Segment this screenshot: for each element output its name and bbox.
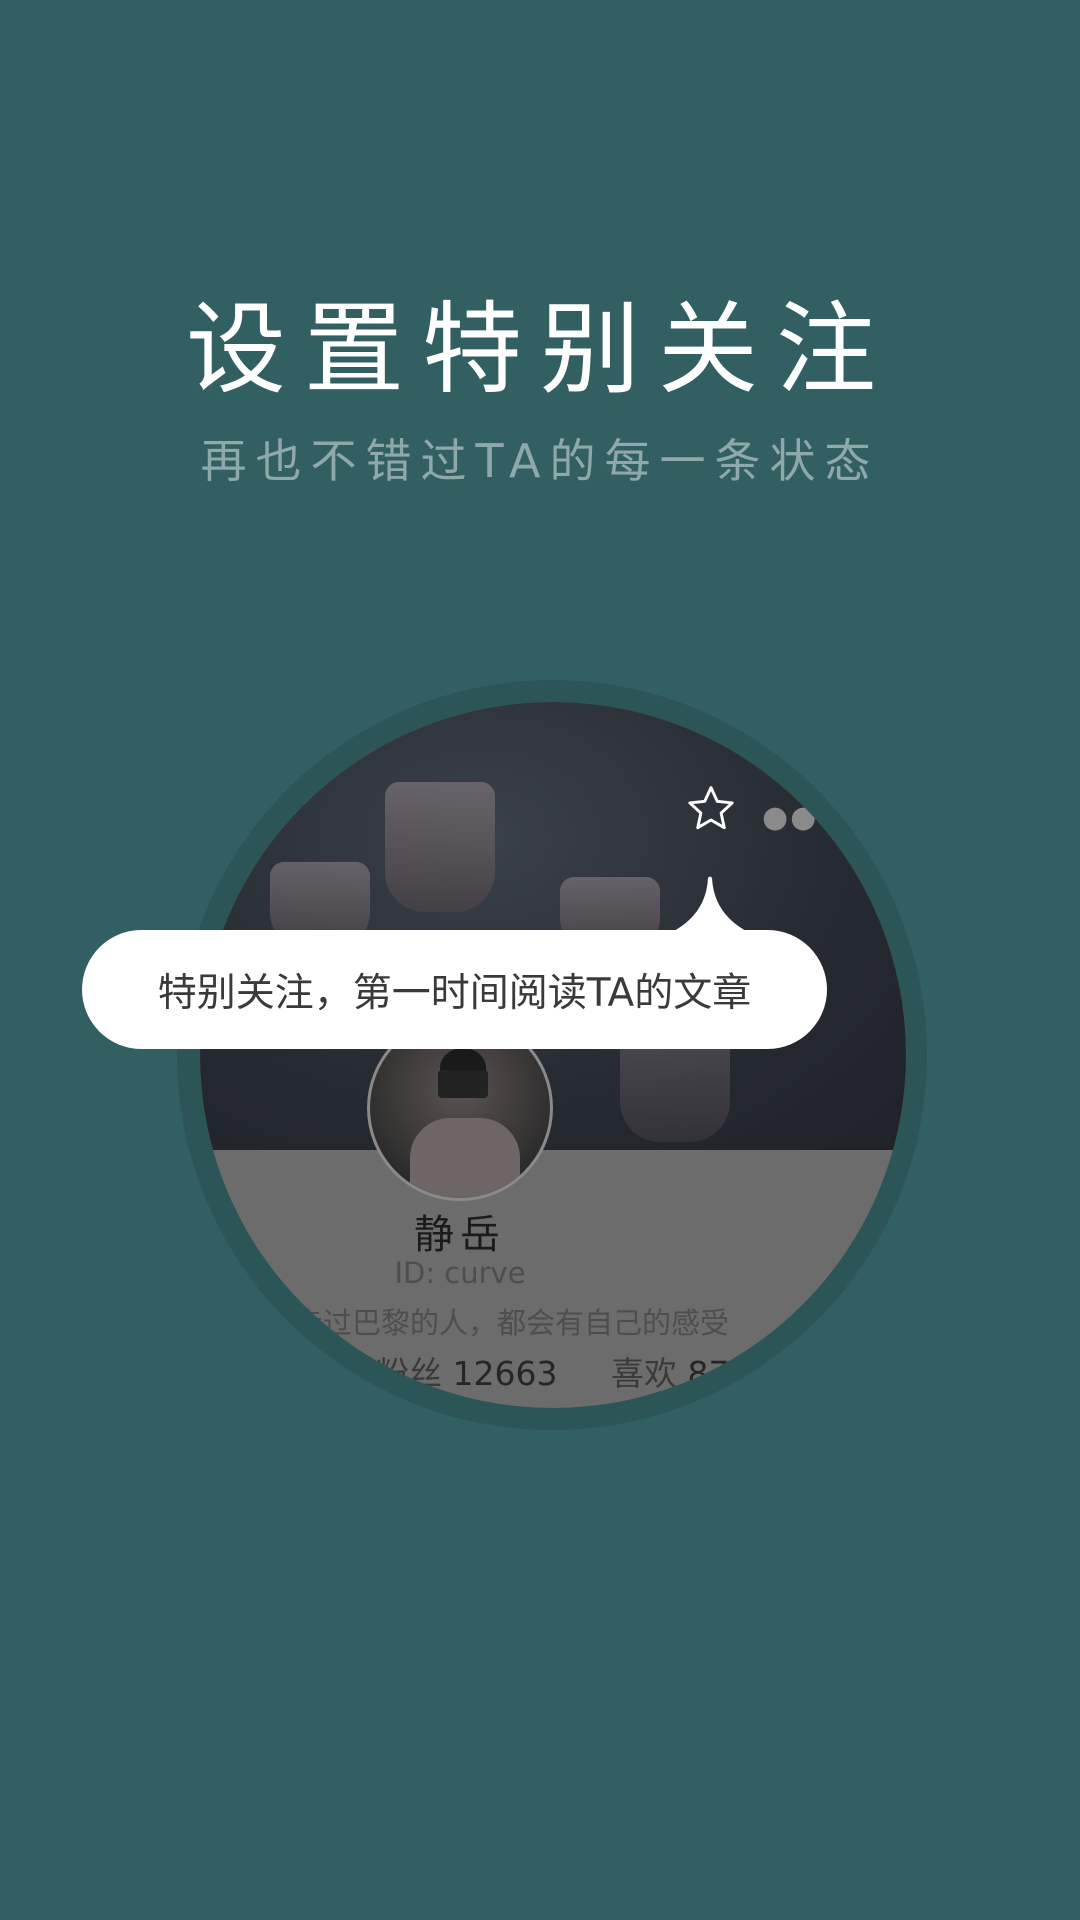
cover-photo: ●●● (200, 702, 906, 1150)
profile-bio: 走过巴黎的人，都会有自己的感受 (294, 1306, 730, 1340)
stat-likes-value: 87 (687, 1354, 730, 1393)
more-dots-icon[interactable]: ●●● (762, 800, 847, 835)
profile-preview: ●●● 静岳 ID: curve 走过巴黎的人，都会有自己的感受 粉丝 1266… (200, 702, 906, 1408)
star-outline-icon[interactable] (684, 782, 738, 836)
profile-name: 静岳 (414, 1212, 506, 1258)
stat-fans-label: 粉丝 (376, 1354, 442, 1393)
tooltip-tail (668, 876, 752, 934)
stat-fans[interactable]: 粉丝 12663 (376, 1347, 557, 1395)
page-title: 设置特别关注 (186, 291, 894, 408)
stat-fans-value: 12663 (452, 1354, 558, 1393)
tooltip-bubble: 特别关注，第一时间阅读TA的文章 (82, 930, 827, 1049)
profile-id: ID: curve (394, 1256, 526, 1290)
stat-likes-label: 喜欢 (611, 1354, 677, 1393)
tooltip-text: 特别关注，第一时间阅读TA的文章 (157, 970, 752, 1016)
stat-likes[interactable]: 喜欢 87 (611, 1347, 730, 1395)
page-subtitle: 再也不错过TA的每一条状态 (200, 434, 880, 488)
